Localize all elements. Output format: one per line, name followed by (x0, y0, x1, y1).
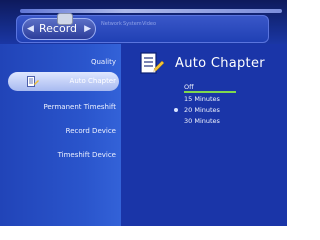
document-pencil-icon (27, 76, 39, 87)
option-15-minutes[interactable]: 15 Minutes (184, 95, 220, 103)
settings-screen: ◀ Record ▶ Network System Video Quality … (0, 0, 287, 226)
selected-indicator-icon (174, 108, 178, 112)
record-device-icon (57, 13, 73, 25)
top-bar: ◀ Record ▶ Network System Video (0, 0, 287, 44)
tab-system[interactable]: System (123, 21, 142, 27)
sidebar-item-timeshift-device[interactable]: Timeshift Device (58, 151, 116, 159)
arrow-left-icon[interactable]: ◀ (27, 19, 34, 39)
arrow-right-icon[interactable]: ▶ (84, 19, 91, 39)
page-title: Auto Chapter (175, 56, 265, 71)
tab-video[interactable]: Video (142, 21, 156, 27)
document-pencil-icon (140, 52, 164, 74)
option-30-minutes[interactable]: 30 Minutes (184, 117, 220, 125)
tab-record[interactable]: ◀ Record ▶ (22, 13, 96, 40)
tab-bar: ◀ Record ▶ Network System Video (16, 13, 269, 43)
sidebar-item-record-device[interactable]: Record Device (66, 127, 116, 135)
sidebar-item-quality[interactable]: Quality (91, 58, 116, 66)
sidebar-item-auto-chapter[interactable]: Auto Chapter (70, 77, 116, 85)
option-20-minutes[interactable]: 20 Minutes (184, 106, 220, 114)
option-off[interactable]: Off (184, 83, 194, 91)
sidebar-item-permanent-timeshift[interactable]: Permanent Timeshift (43, 103, 116, 111)
option-highlight-underline (184, 91, 236, 93)
tab-network[interactable]: Network (101, 21, 122, 27)
